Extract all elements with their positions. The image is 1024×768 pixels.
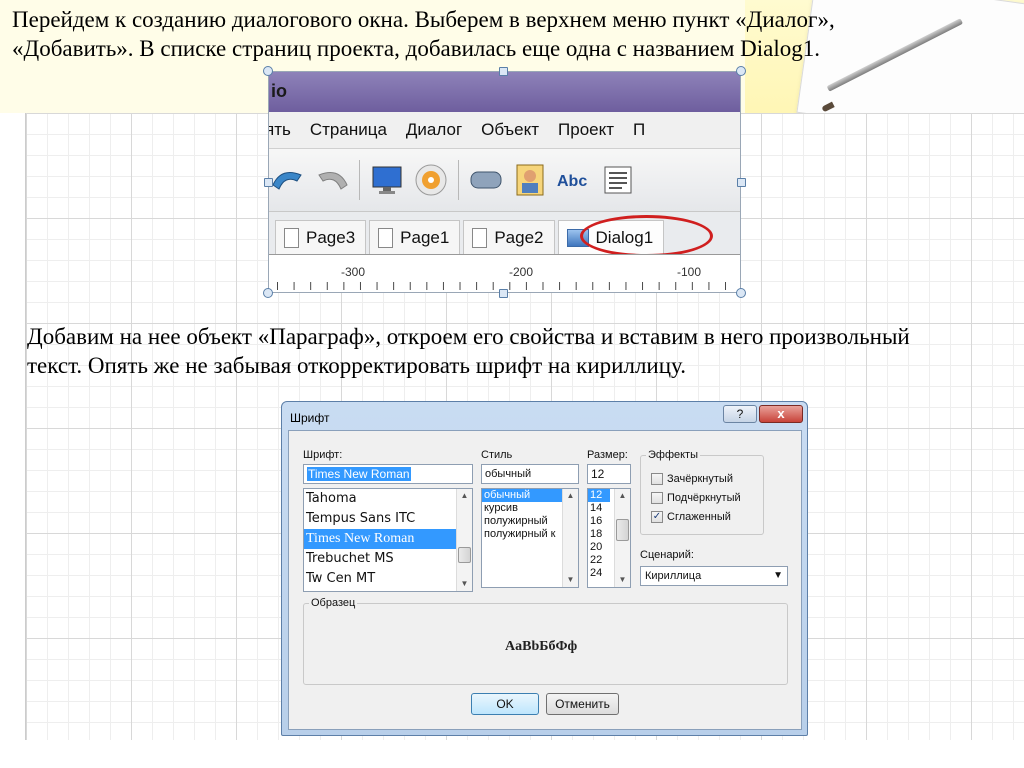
slide-paragraph-1: Перейдем к созданию диалогового окна. Вы… [12,7,835,61]
checkbox-box [651,473,663,485]
font-name-input[interactable]: Times New Roman [303,464,473,484]
text-abc-icon[interactable]: Abc [555,161,593,199]
checkbox-label: Подчёркнутый [667,492,741,504]
app-screenshot: io ять Страница Диалог Объект Проект П [268,71,741,293]
scroll-down-icon[interactable]: ▼ [615,573,630,587]
svg-text:Abc: Abc [557,173,587,190]
scroll-up-icon[interactable]: ▲ [457,489,472,503]
selection-handle[interactable] [737,178,746,187]
underline-checkbox[interactable]: Подчёркнутый [651,492,741,504]
style-list[interactable]: обычный курсив полужирный полужирный к ▲… [481,488,579,588]
selection-handle[interactable] [736,288,746,298]
ruler-label: -200 [509,265,534,279]
font-name-value: Times New Roman [307,467,411,481]
page-icon [472,227,488,248]
selection-handle[interactable] [736,66,746,76]
scroll-down-icon[interactable]: ▼ [457,577,472,591]
cancel-button[interactable]: Отменить [546,693,619,715]
app-menubar: ять Страница Диалог Объект Проект П [269,112,740,149]
menu-item-page[interactable]: Страница [310,120,387,140]
menu-item-project[interactable]: Проект [558,120,614,140]
undo-icon[interactable] [269,161,307,199]
app-toolbar: Abc [269,149,740,211]
size-list-scrollbar[interactable]: ▲ ▼ [614,489,630,587]
scroll-thumb[interactable] [458,547,471,563]
size-list-item-selected[interactable]: 12 [588,489,610,502]
tab-label: Page2 [494,227,544,247]
tab-page1[interactable]: Page1 [369,220,461,254]
script-label: Сценарий: [640,549,694,561]
style-input[interactable]: обычный [481,464,579,484]
size-label: Размер: [587,449,628,461]
slide-paragraph-2: Добавим на нее объект «Параграф», открое… [27,324,910,378]
slide: Перейдем к созданию диалогового окна. Вы… [0,0,1024,768]
selection-handle[interactable] [499,289,508,298]
tab-label: Page3 [306,227,356,247]
paragraph-icon[interactable] [599,161,637,199]
ok-button[interactable]: OK [471,693,539,715]
monitor-icon[interactable] [368,161,406,199]
script-value: Кириллица [645,570,702,582]
page-icon [378,227,394,248]
font-list-scrollbar[interactable]: ▲ ▼ [456,489,472,591]
button-shape-icon[interactable] [467,161,505,199]
help-button[interactable]: ? [723,405,757,423]
menu-item-dialog[interactable]: Диалог [406,120,462,140]
image-person-icon[interactable] [511,161,549,199]
ruler-label: -100 [677,265,702,279]
antialias-checkbox[interactable]: ✓ Сглаженный [651,511,731,523]
app-titlebar: io [269,72,740,112]
size-list[interactable]: 12 14 16 18 20 22 24 ▲ ▼ [587,488,631,588]
script-select[interactable]: Кириллица ▼ [640,566,788,586]
chevron-down-icon: ▼ [773,570,783,581]
font-list-item[interactable]: Trebuchet MS [304,549,472,569]
tab-page3[interactable]: Page3 [275,220,367,254]
font-dialog: Шрифт ? x Шрифт: Times New Roman Tahoma … [281,401,808,736]
dialog-body: Шрифт: Times New Roman Tahoma Tempus San… [288,430,802,730]
toolbar-separator [458,160,459,200]
font-list-item[interactable]: Tempus Sans ITC [304,509,472,529]
style-list-scrollbar[interactable]: ▲ ▼ [562,489,578,587]
strikeout-checkbox[interactable]: Зачёркнутый [651,473,733,485]
effects-label: Эффекты [646,449,701,461]
font-list-item-selected[interactable]: Times New Roman [304,529,472,549]
close-button[interactable]: x [759,405,803,423]
font-list-item[interactable]: Tw Cen MT [304,569,472,589]
selection-handle[interactable] [263,288,273,298]
checkbox-label: Зачёркнутый [667,473,733,485]
selection-handle[interactable] [263,66,273,76]
checkmark-icon: ✓ [651,511,663,523]
font-list[interactable]: Tahoma Tempus Sans ITC Times New Roman T… [303,488,473,592]
page-icon [284,227,299,248]
menu-item-edit[interactable]: ять [269,120,291,140]
tab-page2[interactable]: Page2 [463,220,555,254]
disc-icon[interactable] [412,161,450,199]
selection-handle[interactable] [264,178,273,187]
menu-item-more[interactable]: П [633,120,645,140]
font-list-item[interactable]: Tahoma [304,489,472,509]
redo-icon[interactable] [313,161,351,199]
checkbox-label: Сглаженный [667,511,731,523]
font-label: Шрифт: [303,449,343,461]
scroll-thumb[interactable] [616,519,629,541]
ruler-label: -300 [341,265,366,279]
scroll-up-icon[interactable]: ▲ [615,489,630,503]
tab-label: Page1 [400,227,450,247]
horizontal-ruler: -300 -200 -100 [269,254,740,292]
app-title-fragment: io [271,81,287,101]
menu-item-object[interactable]: Объект [481,120,539,140]
scroll-down-icon[interactable]: ▼ [563,573,578,587]
style-label: Стиль [481,449,513,461]
dialog-title: Шрифт [290,411,330,425]
checkbox-box [651,492,663,504]
scroll-up-icon[interactable]: ▲ [563,489,578,503]
sample-text: AaBbБбФф [505,639,578,654]
toolbar-separator [359,160,360,200]
selection-handle[interactable] [499,67,508,76]
sample-label: Образец [309,597,358,609]
size-input[interactable]: 12 [587,464,631,484]
highlight-ellipse [580,215,713,257]
